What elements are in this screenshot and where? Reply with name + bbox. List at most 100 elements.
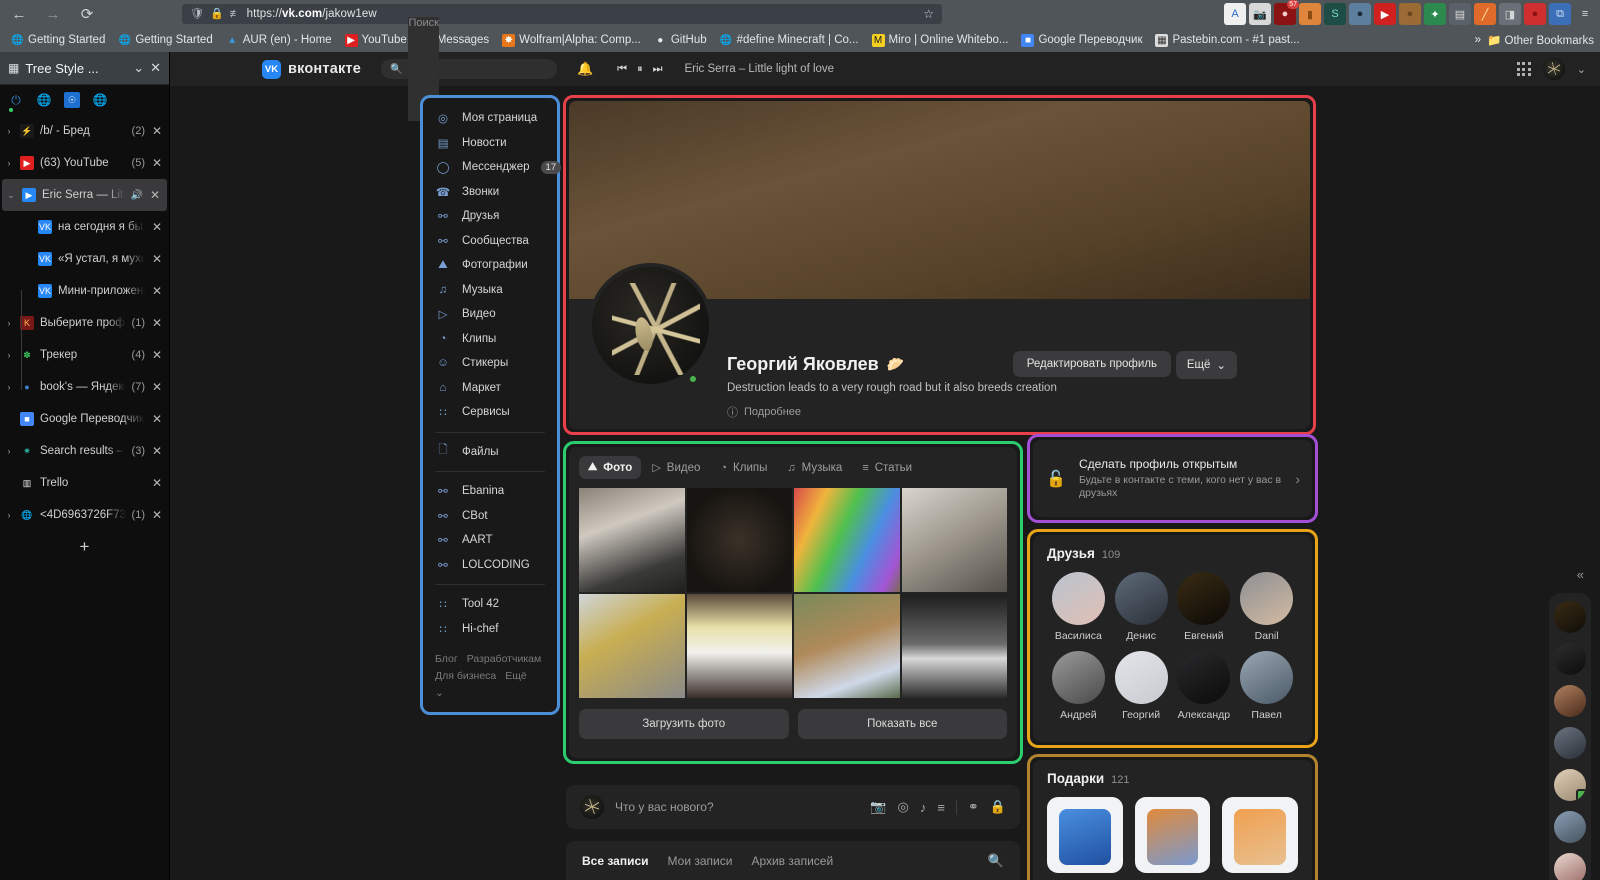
new-tab-button[interactable]: + xyxy=(0,531,169,563)
tab-sound-icon[interactable]: 🔊 xyxy=(131,190,143,201)
tab-item[interactable]: ›KВыберите профиль(1)✕ xyxy=(0,307,169,339)
forward-button[interactable]: → xyxy=(38,1,68,27)
tab-item[interactable]: VKна сегодня я был м...✕ xyxy=(0,211,169,243)
sidebar-group-3[interactable]: ⚯LOLCODING xyxy=(423,553,557,578)
tab-Фото[interactable]: ⛰Фото xyxy=(579,456,641,479)
tracker-ext[interactable]: ✦ xyxy=(1424,3,1446,25)
close-icon[interactable]: ✕ xyxy=(151,284,163,298)
photo-person-with-car[interactable] xyxy=(579,488,685,592)
permissions-icon[interactable]: ≢ xyxy=(230,9,241,20)
other-bookmarks-folder[interactable]: 📁 Other Bookmarks xyxy=(1487,33,1594,47)
sidebar-item-11[interactable]: ⌂Маркет xyxy=(423,376,557,401)
tab-item[interactable]: ›🌐<4D6963726F736...(1)✕ xyxy=(0,499,169,531)
globe-icon[interactable]: 🌐 xyxy=(36,92,52,108)
copy-ext[interactable]: ⧉ xyxy=(1549,3,1571,25)
tab-item[interactable]: ■Google Переводчик✕ xyxy=(0,403,169,435)
rail-avatar-2[interactable] xyxy=(1554,643,1586,675)
globe-icon[interactable]: 🌐 xyxy=(92,92,108,108)
close-icon[interactable]: ✕ xyxy=(151,476,163,490)
sidebar-item-0[interactable]: ◎Моя страница xyxy=(423,106,557,131)
close-icon[interactable]: ✕ xyxy=(151,124,163,138)
rail-avatar-6[interactable] xyxy=(1554,811,1586,843)
screenshot-ext[interactable]: 📷 xyxy=(1249,3,1271,25)
tab-item[interactable]: VK«Я устал, я мухожу...✕ xyxy=(0,243,169,275)
tab-Статьи[interactable]: ≡Статьи xyxy=(853,456,921,479)
bookmark-item[interactable]: ✸Wolfram|Alpha: Comp... xyxy=(496,32,647,49)
tab-twisty[interactable]: › xyxy=(4,446,14,456)
tab-item[interactable]: ›✽Трекер(4)✕ xyxy=(0,339,169,371)
article-icon[interactable]: ≡ xyxy=(937,800,945,815)
sidebar-group-1[interactable]: ⚯CBot xyxy=(423,504,557,529)
trash-ext[interactable]: ▮ xyxy=(1299,3,1321,25)
close-icon[interactable]: ✕ xyxy=(151,316,163,330)
tab-Мои записи[interactable]: Мои записи xyxy=(668,854,733,868)
bookmark-item[interactable]: ■Google Переводчик xyxy=(1015,32,1148,49)
cookie-ext[interactable]: ● xyxy=(1399,3,1421,25)
bookmark-item[interactable]: 🌐#define Minecraft | Co... xyxy=(714,32,865,49)
photo-grey-kitten[interactable] xyxy=(902,488,1008,592)
close-icon[interactable]: ✕ xyxy=(151,412,163,426)
tabs-ext[interactable]: ▤ xyxy=(1449,3,1471,25)
footer-link-developers[interactable]: Разработчикам xyxy=(467,653,542,665)
sidebar-item-4[interactable]: ⚯Друзья xyxy=(423,204,557,229)
search-input[interactable]: 🔍 Поиск xyxy=(381,59,557,79)
tab-twisty[interactable]: ⌄ xyxy=(6,190,16,201)
photo-hedgehog-in-rainbow[interactable] xyxy=(794,488,900,592)
bookmark-item[interactable]: MMiro | Online Whitebo... xyxy=(866,32,1015,49)
chevron-down-icon[interactable]: ⌄ xyxy=(1577,63,1586,76)
address-bar[interactable]: 🛡 🔒 ≢ https://vk.com/jakow1ew ☆ xyxy=(182,4,942,24)
profile-details-link[interactable]: ⓘ Подробнее xyxy=(727,404,801,420)
tab-item[interactable]: ›●book's — Яндекс...(7)✕ xyxy=(0,371,169,403)
sidebar-item-9[interactable]: ◔Клипы xyxy=(423,327,557,352)
photo-sea-spider[interactable] xyxy=(687,488,793,592)
footer-link-blog[interactable]: Блог xyxy=(435,653,458,665)
tab-item[interactable]: ›⚡/b/ - Бред(2)✕ xyxy=(0,115,169,147)
prev-track-button[interactable]: ⏮ xyxy=(617,63,627,76)
tab-item[interactable]: ›▶(63) YouTube(5)✕ xyxy=(0,147,169,179)
apps-grid-icon[interactable] xyxy=(1517,62,1531,76)
highlighter-ext[interactable]: ╱ xyxy=(1474,3,1496,25)
tab-Видео[interactable]: ▷Видео xyxy=(643,456,709,479)
show-all-photos-button[interactable]: Показать все xyxy=(798,709,1008,739)
sidebar-item-1[interactable]: ▤Новости xyxy=(423,131,557,156)
chevron-down-icon[interactable]: ⌄ xyxy=(133,60,144,76)
avatar[interactable] xyxy=(1543,58,1565,80)
bookmark-item[interactable]: ●GitHub xyxy=(648,32,713,49)
close-icon[interactable]: ✕ xyxy=(150,60,161,76)
video-downloader-ext[interactable]: ▶ xyxy=(1374,3,1396,25)
sidebar-item-5[interactable]: ⚯Сообщества xyxy=(423,229,557,254)
tab-item[interactable]: ▥Trello✕ xyxy=(0,467,169,499)
next-track-button[interactable]: ⏭ xyxy=(653,63,663,76)
rail-avatar-1[interactable] xyxy=(1554,601,1586,633)
friend-item[interactable]: Павел xyxy=(1235,651,1298,721)
more-attach-icon[interactable]: ⚭ xyxy=(968,799,979,815)
sidebar-app-1[interactable]: ∷Hi-chef xyxy=(423,617,557,642)
friend-item[interactable]: Danil xyxy=(1235,572,1298,642)
sidebar-item-7[interactable]: ♫Музыка xyxy=(423,278,557,303)
tab-twisty[interactable]: › xyxy=(4,350,14,360)
edit-profile-button[interactable]: Редактировать профиль xyxy=(1013,351,1171,377)
tab-item[interactable]: VKМини-приложения✕ xyxy=(0,275,169,307)
open-profile-promo[interactable]: 🔓 Сделать профиль открытым Будьте в конт… xyxy=(1033,440,1312,517)
close-icon[interactable]: ✕ xyxy=(151,348,163,362)
sidebar-app-0[interactable]: ∷Tool 42 xyxy=(423,592,557,617)
gift-cats-in-box[interactable] xyxy=(1135,797,1211,873)
menu-ext[interactable]: ≡ xyxy=(1574,3,1596,25)
music-icon[interactable]: ♪ xyxy=(920,800,927,815)
tab-twisty[interactable]: › xyxy=(4,158,14,168)
sidebar-item-files[interactable]: 🗋 Файлы xyxy=(423,440,557,465)
friends-header[interactable]: Друзья 109 xyxy=(1047,546,1298,561)
rail-avatar-4[interactable] xyxy=(1554,727,1586,759)
post-composer[interactable]: Что у вас нового? 📷 ◎ ♪ ≡ ⚭ 🔒 xyxy=(566,785,1020,829)
gifts-header[interactable]: Подарки 121 xyxy=(1047,771,1298,786)
back-button[interactable]: ← xyxy=(4,1,34,27)
bookmarks-overflow-icon[interactable]: » xyxy=(1475,34,1481,46)
tab-item[interactable]: ›✷Search results – A...(3)✕ xyxy=(0,435,169,467)
cover-photo[interactable] xyxy=(569,101,1310,299)
photo-person-with-horse[interactable] xyxy=(794,594,900,698)
bookmark-item[interactable]: ▲AUR (en) - Home xyxy=(220,32,338,49)
camera-icon[interactable]: 📷 xyxy=(870,799,886,815)
collapse-rail-button[interactable]: « xyxy=(1577,567,1584,582)
lock-icon[interactable]: 🔒 xyxy=(990,799,1006,815)
sidebar-item-12[interactable]: ∷Сервисы xyxy=(423,400,557,425)
